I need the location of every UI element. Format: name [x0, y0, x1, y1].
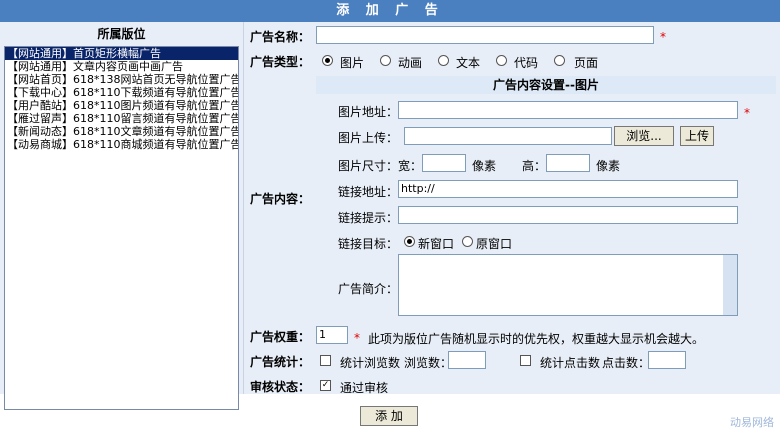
- image-url-label: 图片地址：: [338, 105, 399, 119]
- ad-name-input[interactable]: [316, 26, 654, 44]
- type-text-label: 文本: [456, 56, 481, 70]
- slot-list-item[interactable]: 【网站通用】文章内容页画中画广告: [5, 60, 238, 73]
- type-flash-radio[interactable]: [380, 55, 391, 66]
- link-url-label: 链接地址：: [338, 185, 399, 199]
- height-input[interactable]: [546, 154, 590, 172]
- link-tip-input[interactable]: [398, 206, 738, 224]
- target-orig-radio[interactable]: [462, 236, 473, 247]
- slot-list-item[interactable]: 【用户酷站】618*110图片频道有导航位置广告: [5, 99, 238, 112]
- target-orig-label: 原窗口: [476, 237, 513, 251]
- type-image-label: 图片: [340, 56, 365, 70]
- weight-label: 广告权重：: [250, 330, 311, 344]
- type-page-radio[interactable]: [554, 55, 565, 66]
- slot-panel-title: 所属版位: [97, 27, 146, 41]
- audit-label: 审核状态：: [250, 380, 311, 394]
- upload-button[interactable]: 上传: [680, 126, 714, 146]
- height-unit: 像素: [596, 159, 621, 173]
- slot-list-item[interactable]: 【下载中心】618*110下载频道有导航位置广告: [5, 86, 238, 99]
- weight-input[interactable]: 1: [316, 326, 348, 344]
- required-mark: *: [660, 30, 666, 44]
- image-url-input[interactable]: [398, 101, 738, 119]
- intro-textarea[interactable]: [398, 254, 738, 316]
- type-flash-label: 动画: [398, 56, 423, 70]
- views-count-label: 浏览数：: [404, 356, 453, 370]
- type-image-radio[interactable]: [322, 55, 333, 66]
- upload-file-input[interactable]: [404, 127, 612, 145]
- link-target-label: 链接目标：: [338, 237, 399, 251]
- stat-views-checkbox[interactable]: [320, 355, 331, 366]
- type-page-label: 页面: [574, 56, 599, 70]
- width-input[interactable]: [422, 154, 466, 172]
- image-upload-label: 图片上传：: [338, 131, 399, 145]
- intro-label: 广告简介：: [338, 282, 399, 296]
- image-size-label: 图片尺寸：: [338, 159, 399, 173]
- slot-list-item[interactable]: 【网站通用】首页矩形横幅广告: [5, 47, 238, 60]
- width-unit: 像素: [472, 159, 497, 173]
- stats-label: 广告统计：: [250, 355, 311, 369]
- type-code-label: 代码: [514, 56, 539, 70]
- stat-views-label: 统计浏览数: [340, 356, 401, 370]
- weight-note: 此项为版位广告随机显示时的优先权，权重越大显示机会越大。: [368, 332, 705, 346]
- submit-button[interactable]: 添 加: [360, 406, 418, 426]
- audit-checkbox[interactable]: ✓: [320, 380, 331, 391]
- required-mark: *: [354, 331, 360, 345]
- watermark-text: 动易网络: [730, 416, 774, 429]
- views-count-input[interactable]: [448, 351, 486, 369]
- slot-list-item[interactable]: 【动易商城】618*110商城频道有导航位置广告: [5, 138, 238, 151]
- intro-scrollbar[interactable]: [723, 255, 737, 315]
- stat-clicks-label: 统计点击数: [540, 356, 601, 370]
- target-new-radio[interactable]: [404, 236, 415, 247]
- page-title: 添 加 广 告: [0, 0, 780, 22]
- height-label: 高：: [522, 159, 547, 173]
- ad-content-label: 广告内容：: [250, 192, 311, 206]
- audit-text: 通过审核: [340, 381, 389, 395]
- target-new-label: 新窗口: [418, 237, 455, 251]
- link-tip-label: 链接提示：: [338, 211, 399, 225]
- ad-name-label: 广告名称：: [250, 30, 311, 44]
- ad-type-label: 广告类型：: [250, 55, 311, 69]
- stat-clicks-checkbox[interactable]: [520, 355, 531, 366]
- slot-panel: 所属版位 【网站通用】首页矩形横幅广告 【网站通用】文章内容页画中画广告 【网站…: [0, 22, 244, 410]
- type-code-radio[interactable]: [496, 55, 507, 66]
- slot-list-item[interactable]: 【雁过留声】618*110留言频道有导航位置广告: [5, 112, 238, 125]
- content-section-header: 广告内容设置--图片: [316, 76, 776, 94]
- slot-list-item[interactable]: 【新闻动态】618*110文章频道有导航位置广告: [5, 125, 238, 138]
- browse-button[interactable]: 浏览...: [614, 126, 674, 146]
- type-text-radio[interactable]: [438, 55, 449, 66]
- link-url-input[interactable]: http://: [398, 180, 738, 198]
- slot-list-item[interactable]: 【网站首页】618*138网站首页无导航位置广告: [5, 73, 238, 86]
- required-mark: *: [744, 106, 750, 120]
- width-label: 宽：: [398, 159, 423, 173]
- clicks-count-label: 点击数：: [602, 356, 651, 370]
- clicks-count-input[interactable]: [648, 351, 686, 369]
- slot-listbox[interactable]: 【网站通用】首页矩形横幅广告 【网站通用】文章内容页画中画广告 【网站首页】61…: [4, 46, 239, 410]
